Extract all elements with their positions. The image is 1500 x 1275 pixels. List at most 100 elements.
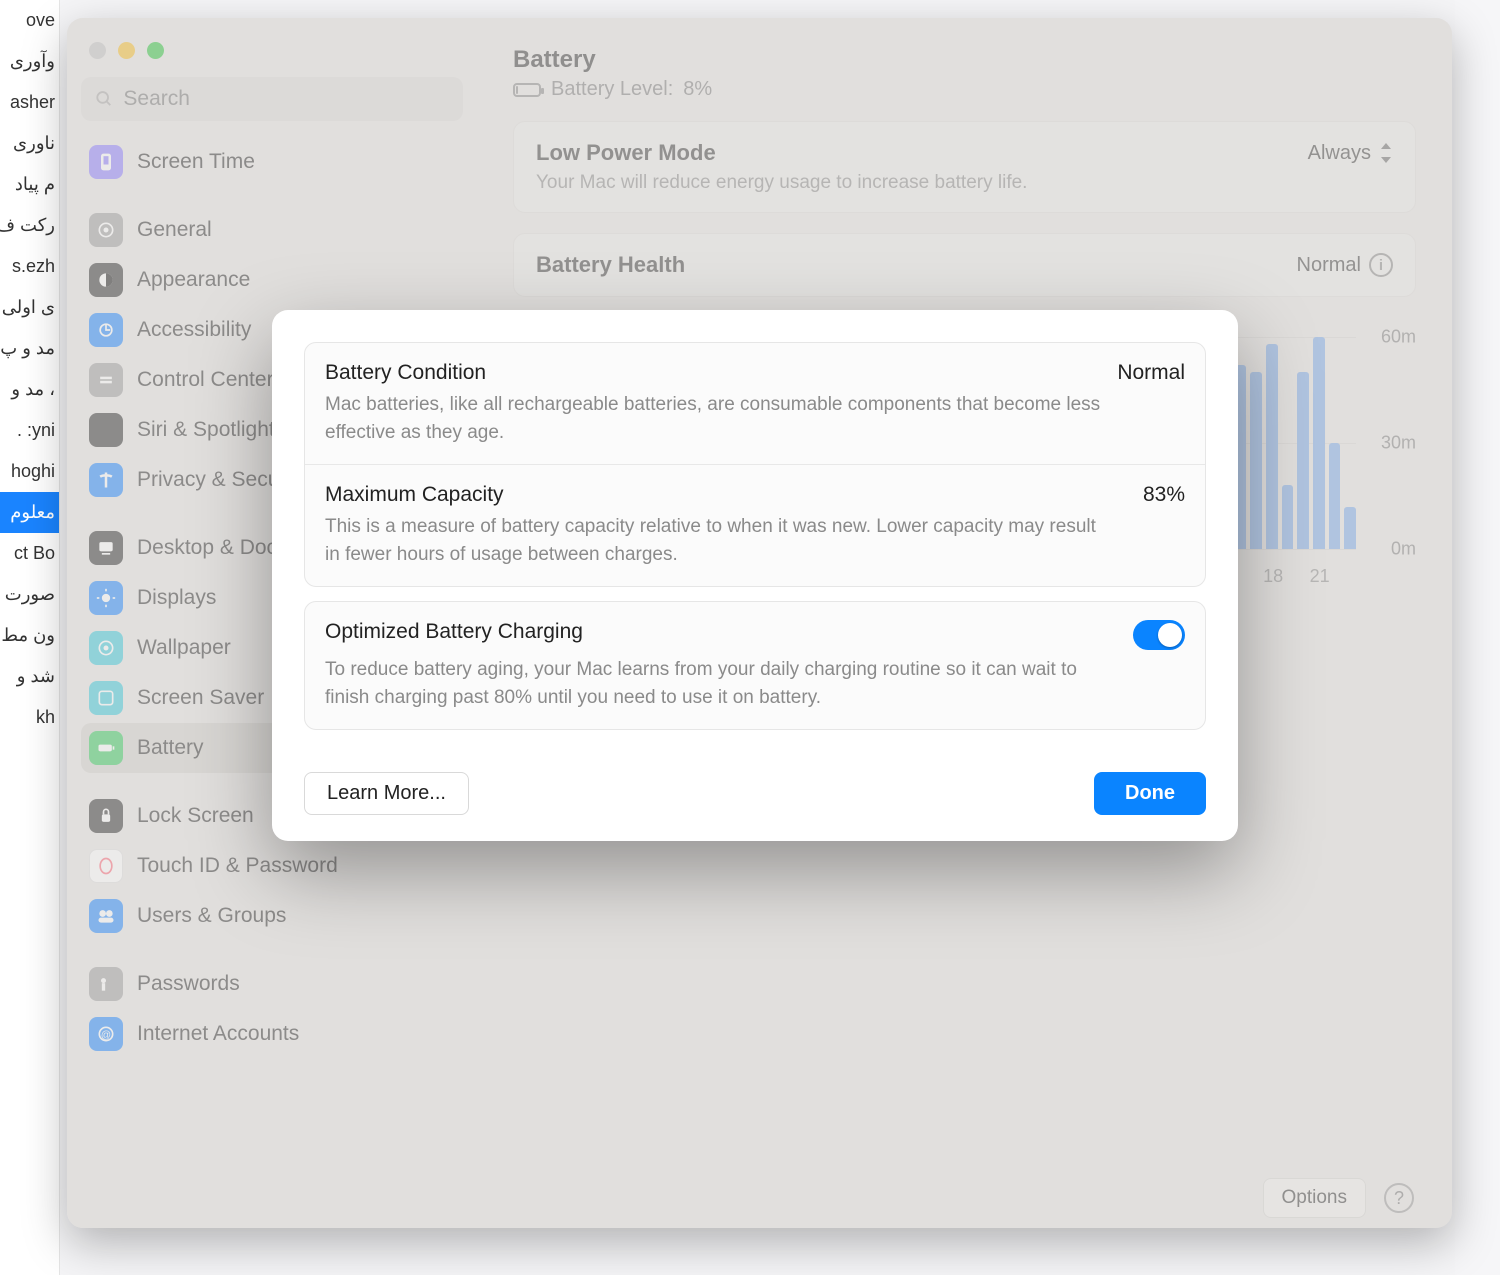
fullscreen-window-icon[interactable] (147, 42, 164, 59)
low-power-mode-panel: Low Power Mode Always Your Mac will redu… (513, 121, 1416, 213)
optimized-charging-desc: To reduce battery aging, your Mac learns… (325, 656, 1105, 711)
sidebar-icon (89, 967, 123, 1001)
background-text: yni: . (0, 410, 59, 451)
chart-bar (1282, 485, 1294, 549)
low-power-desc: Your Mac will reduce energy usage to inc… (536, 172, 1393, 194)
sidebar-item-label: Users & Groups (137, 904, 286, 928)
sidebar-icon (89, 799, 123, 833)
learn-more-button[interactable]: Learn More... (304, 772, 469, 815)
background-text: asher (0, 82, 59, 123)
sidebar-item-label: Displays (137, 586, 216, 610)
background-text: ove (0, 0, 59, 41)
sidebar-icon (89, 145, 123, 179)
sidebar-item-label: Control Center (137, 368, 274, 392)
background-text: ی اولی (0, 287, 59, 328)
sidebar-icon (89, 731, 123, 765)
options-button[interactable]: Options (1263, 1178, 1366, 1218)
x-tick: 21 (1310, 566, 1356, 587)
background-text: ون مط (0, 615, 59, 656)
sidebar-icon (89, 581, 123, 615)
background-text: hoghi (0, 451, 59, 492)
sidebar-item-label: Siri & Spotlight (137, 418, 275, 442)
background-text: ، مد و (0, 369, 59, 410)
battery-level-row: Battery Level: 8% (513, 78, 1416, 101)
y-tick: 30m (1381, 433, 1416, 454)
x-tick: 18 (1263, 566, 1309, 587)
low-power-dropdown[interactable]: Always (1308, 142, 1393, 165)
background-text: م پیاد (0, 164, 59, 205)
done-button[interactable]: Done (1094, 772, 1206, 815)
battery-condition-section: Battery Condition Normal Mac batteries, … (305, 343, 1205, 464)
search-input[interactable] (123, 87, 449, 111)
y-tick: 60m (1381, 327, 1416, 348)
close-window-icon[interactable] (89, 42, 106, 59)
window-controls (81, 36, 463, 77)
battery-condition-desc: Mac batteries, like all rechargeable bat… (325, 391, 1105, 446)
sidebar-item-label: Screen Saver (137, 686, 264, 710)
search-icon (95, 89, 113, 109)
battery-level-label: Battery Level: (551, 78, 673, 101)
max-capacity-section: Maximum Capacity 83% This is a measure o… (305, 464, 1205, 586)
sidebar-icon (89, 631, 123, 665)
sidebar-item-label: Internet Accounts (137, 1022, 299, 1046)
chart-bar (1250, 372, 1262, 549)
chart-bar (1297, 372, 1309, 549)
sidebar-item-label: Desktop & Dock (137, 536, 288, 560)
sidebar-item-label: Touch ID & Password (137, 854, 338, 878)
max-capacity-desc: This is a measure of battery capacity re… (325, 513, 1105, 568)
sidebar-icon (89, 531, 123, 565)
search-field[interactable] (81, 77, 463, 121)
sidebar-item-touch-id-password[interactable]: Touch ID & Password (81, 841, 463, 891)
sidebar-icon (89, 363, 123, 397)
sidebar-icon (89, 313, 123, 347)
help-icon[interactable]: ? (1384, 1183, 1414, 1213)
sidebar-icon (89, 899, 123, 933)
chevron-updown-icon (1379, 143, 1393, 163)
optimized-charging-title: Optimized Battery Charging (325, 620, 583, 644)
sidebar-item-label: Appearance (137, 268, 250, 292)
sidebar-icon (89, 413, 123, 447)
svg-text:@: @ (101, 1030, 111, 1041)
info-icon[interactable]: i (1369, 253, 1393, 277)
background-text: ct Bo (0, 533, 59, 574)
sidebar-item-appearance[interactable]: Appearance (81, 255, 463, 305)
background-text: صورت (0, 574, 59, 615)
sidebar-item-internet-accounts[interactable]: @ Internet Accounts (81, 1009, 463, 1059)
battery-condition-title: Battery Condition (325, 361, 486, 385)
page-title: Battery (513, 46, 1416, 74)
battery-health-sheet: Battery Condition Normal Mac batteries, … (272, 310, 1238, 841)
sidebar-item-label: General (137, 218, 212, 242)
sidebar-item-general[interactable]: General (81, 205, 463, 255)
optimized-charging-card: Optimized Battery Charging To reduce bat… (304, 601, 1206, 730)
background-left-strip: oveوآوریasherناوریم پیادرکت فs.ezhی اولی… (0, 0, 60, 1275)
y-tick: 0m (1391, 539, 1416, 560)
sidebar-icon (89, 681, 123, 715)
sidebar-item-label: Lock Screen (137, 804, 254, 828)
background-text: معلوم (0, 492, 59, 533)
chart-bar (1329, 443, 1341, 549)
background-text: s.ezh (0, 246, 59, 287)
low-power-title: Low Power Mode (536, 140, 716, 166)
sidebar-item-label: Screen Time (137, 150, 255, 174)
optimized-charging-toggle[interactable] (1133, 620, 1185, 650)
background-text: مد و پ (0, 328, 59, 369)
background-text: رکت ف (0, 205, 59, 246)
battery-info-card: Battery Condition Normal Mac batteries, … (304, 342, 1206, 587)
battery-health-title: Battery Health (536, 252, 685, 278)
sidebar-item-screen-time[interactable]: Screen Time (81, 137, 463, 187)
low-power-value: Always (1308, 142, 1371, 165)
minimize-window-icon[interactable] (118, 42, 135, 59)
chart-bar (1344, 507, 1356, 549)
sidebar-item-users-groups[interactable]: Users & Groups (81, 891, 463, 941)
sidebar-icon (89, 263, 123, 297)
battery-health-panel: Battery Health Normal i (513, 233, 1416, 297)
sidebar-icon (89, 213, 123, 247)
background-text: ناوری (0, 123, 59, 164)
battery-health-value: Normal (1297, 254, 1361, 277)
sidebar-item-label: Accessibility (137, 318, 251, 342)
sidebar-item-passwords[interactable]: Passwords (81, 959, 463, 1009)
sidebar-icon: @ (89, 1017, 123, 1051)
chart-bar (1266, 344, 1278, 549)
background-text: شد و (0, 656, 59, 697)
battery-icon (513, 83, 541, 97)
